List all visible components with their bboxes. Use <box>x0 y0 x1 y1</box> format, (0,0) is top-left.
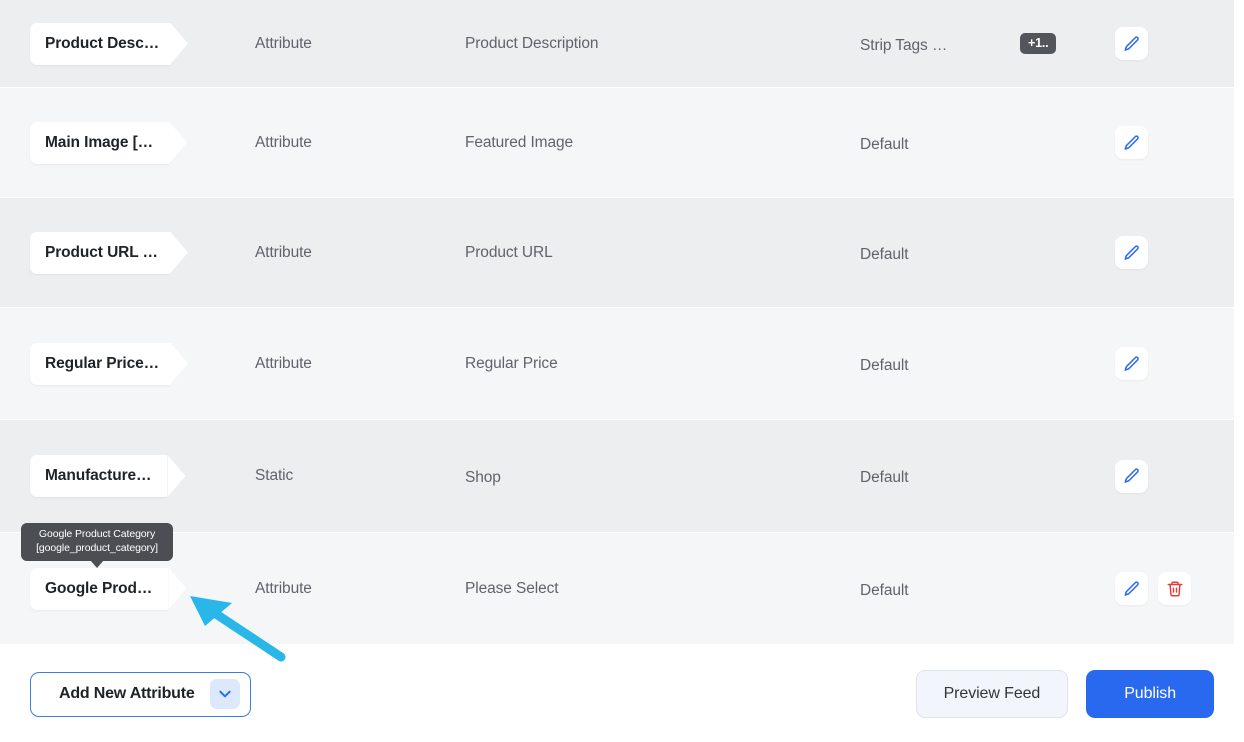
attribute-name-cell: Regular Price… <box>0 342 255 385</box>
attribute-modifier-cell: Default <box>860 245 909 263</box>
table-row[interactable]: Main Image [… Attribute Featured Image D… <box>0 88 1234 198</box>
edit-row-button[interactable] <box>1115 459 1148 493</box>
attribute-mapping-screen: Product Desc… Attribute Product Descript… <box>0 0 1244 742</box>
attribute-badge-cell: +1.. <box>1020 33 1115 54</box>
attribute-type-cell: Attribute <box>255 354 312 372</box>
attribute-name-cell: Main Image [… <box>0 121 255 164</box>
edit-icon <box>1123 355 1139 371</box>
delete-icon <box>1167 581 1182 596</box>
tooltip-arrow-icon <box>90 560 104 568</box>
attribute-name-cell: Manufacture… <box>0 455 255 497</box>
tooltip-title: Google Product Category <box>38 528 156 540</box>
edit-icon <box>1123 468 1139 483</box>
attribute-name-cell: Google Prod… <box>0 567 255 610</box>
attribute-type-cell: Static <box>255 467 294 484</box>
edit-icon <box>1123 580 1139 596</box>
edit-icon <box>1123 244 1139 260</box>
row-actions <box>1115 126 1234 159</box>
attribute-modifier-cell: Strip Tags … <box>860 36 948 54</box>
row-actions <box>1115 347 1234 380</box>
delete-row-button[interactable] <box>1158 572 1191 605</box>
table-row[interactable]: Regular Price… Attribute Regular Price D… <box>0 308 1234 420</box>
add-new-attribute-label: Add New Attribute <box>59 685 195 702</box>
table-row[interactable]: Manufacture… Static Shop Default <box>0 420 1234 533</box>
attribute-mapping-table: Product Desc… Attribute Product Descript… <box>0 0 1234 645</box>
table-row[interactable]: Google Prod… Attribute Please Select Def… <box>0 533 1234 645</box>
add-new-attribute-button[interactable]: Add New Attribute <box>30 671 251 717</box>
edit-row-button[interactable] <box>1115 572 1148 605</box>
preview-feed-button[interactable]: Preview Feed <box>915 670 1069 718</box>
attribute-type-cell: Attribute <box>255 133 312 151</box>
attribute-name-pill[interactable]: Main Image [… <box>30 121 170 164</box>
attribute-value-cell: Product Description <box>465 34 599 52</box>
attribute-name-cell: Product Desc… <box>0 22 255 65</box>
attribute-type-cell: Attribute <box>255 579 312 597</box>
row-actions <box>1115 236 1234 269</box>
table-row[interactable]: Product URL … Attribute Product URL Defa… <box>0 198 1234 308</box>
extra-count-badge[interactable]: +1.. <box>1020 33 1057 54</box>
attribute-modifier-cell: Default <box>860 356 909 374</box>
attribute-name-pill[interactable]: Google Prod… <box>30 567 169 610</box>
attribute-value-cell: Please Select <box>465 579 559 597</box>
attribute-type-cell: Attribute <box>255 34 312 52</box>
attribute-type-cell: Attribute <box>255 243 312 261</box>
row-actions <box>1115 572 1234 605</box>
edit-row-button[interactable] <box>1115 126 1148 159</box>
edit-row-button[interactable] <box>1115 236 1148 269</box>
attribute-name-pill[interactable]: Product URL … <box>30 231 170 274</box>
attribute-modifier-cell: Default <box>860 469 909 486</box>
tooltip-subtitle: [google_product_category] <box>36 541 158 554</box>
attribute-modifier-cell: Default <box>860 581 909 599</box>
edit-icon <box>1123 35 1139 51</box>
attribute-modifier-cell: Default <box>860 135 909 153</box>
attribute-name-pill[interactable]: Product Desc… <box>30 22 170 65</box>
edit-row-button[interactable] <box>1115 27 1148 60</box>
publish-button[interactable]: Publish <box>1086 670 1214 718</box>
attribute-name-pill[interactable]: Manufacture… <box>30 455 168 497</box>
attribute-value-cell: Shop <box>465 469 501 486</box>
attribute-name-cell: Product URL … <box>0 231 255 274</box>
attribute-value-cell: Regular Price <box>465 354 558 372</box>
row-actions <box>1115 27 1234 60</box>
attribute-name-pill[interactable]: Regular Price… <box>30 342 170 385</box>
edit-row-button[interactable] <box>1115 347 1148 380</box>
row-actions <box>1115 459 1234 493</box>
add-new-attribute-dropdown-toggle[interactable] <box>209 679 240 709</box>
table-row[interactable]: Product Desc… Attribute Product Descript… <box>0 0 1234 88</box>
attribute-name-tooltip: Google Product Category [google_product_… <box>21 523 173 568</box>
attribute-value-cell: Product URL <box>465 243 553 261</box>
footer-action-bar: Add New Attribute Preview Feed Publish <box>0 646 1244 742</box>
attribute-value-cell: Featured Image <box>465 133 574 151</box>
edit-icon <box>1123 134 1139 150</box>
chevron-down-icon <box>218 690 231 698</box>
